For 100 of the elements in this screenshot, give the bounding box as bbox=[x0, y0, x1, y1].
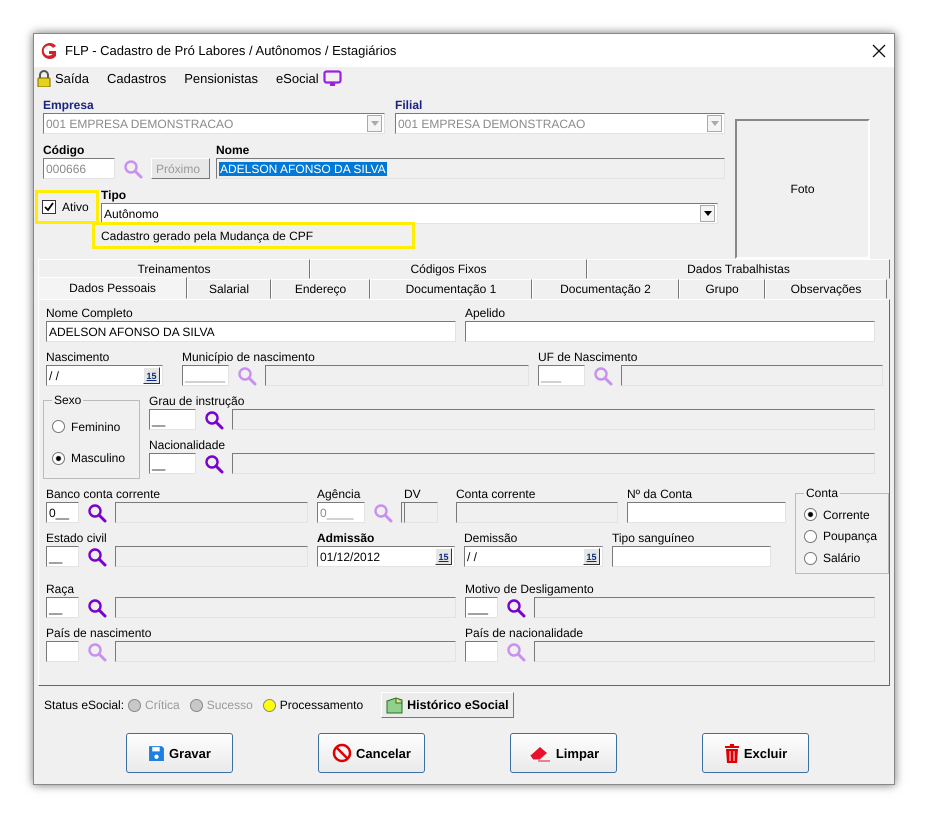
tab[interactable]: Grupo bbox=[679, 279, 765, 299]
radio-icon[interactable] bbox=[52, 452, 65, 465]
code-field[interactable]: __ bbox=[149, 409, 196, 430]
combo-box[interactable]: Autônomo bbox=[101, 203, 718, 224]
field-label: Nome bbox=[216, 142, 250, 158]
calendar-button[interactable]: 15 bbox=[435, 548, 452, 565]
name-field[interactable]: ADELSON AFONSO DA SILVA bbox=[216, 158, 725, 179]
text-field[interactable] bbox=[404, 502, 438, 523]
search-icon[interactable] bbox=[87, 502, 107, 522]
text-field[interactable] bbox=[456, 502, 618, 523]
search-icon[interactable] bbox=[87, 546, 107, 566]
status-text: Processamento bbox=[280, 698, 364, 712]
description-field[interactable] bbox=[534, 597, 875, 618]
floppy-icon bbox=[148, 744, 166, 762]
highlight-note: Cadastro gerado pela Mudança de CPF bbox=[92, 222, 415, 249]
calendar-button[interactable]: 15 bbox=[583, 548, 600, 565]
eraser-icon bbox=[528, 744, 552, 762]
menu-item[interactable]: Pensionistas bbox=[184, 70, 258, 86]
monitor-icon bbox=[322, 70, 342, 86]
status-label: Status eSocial: bbox=[44, 698, 124, 712]
radio-icon[interactable] bbox=[804, 552, 817, 565]
tab[interactable]: Treinamentos bbox=[38, 259, 310, 279]
code-field[interactable] bbox=[465, 641, 498, 662]
description-field[interactable] bbox=[265, 365, 529, 386]
radio-button[interactable]: Masculino bbox=[52, 451, 131, 466]
field-label: Empresa bbox=[43, 97, 95, 113]
field-label: Grau de instrução bbox=[149, 393, 246, 409]
description-field[interactable] bbox=[115, 597, 456, 618]
description-field[interactable] bbox=[621, 365, 883, 386]
radio-button[interactable]: Feminino bbox=[52, 420, 131, 434]
history-button[interactable]: Histórico eSocial bbox=[381, 692, 514, 718]
search-icon[interactable] bbox=[506, 598, 526, 618]
field-label: Filial bbox=[395, 97, 424, 113]
description-field[interactable] bbox=[115, 502, 308, 523]
radio-icon[interactable] bbox=[804, 530, 817, 543]
menu-item[interactable]: eSocial bbox=[276, 70, 319, 86]
status-text: Crítica bbox=[145, 698, 180, 712]
date-field[interactable]: / / 15 bbox=[46, 365, 163, 386]
description-field[interactable] bbox=[115, 546, 308, 567]
text-field[interactable]: ADELSON AFONSO DA SILVA bbox=[46, 321, 456, 342]
tab[interactable]: Dados Trabalhistas bbox=[587, 259, 890, 279]
field-label: UF de Nascimento bbox=[538, 349, 638, 365]
date-field[interactable]: 01/12/2012 15 bbox=[317, 546, 455, 567]
search-icon[interactable] bbox=[87, 598, 107, 618]
radio-icon[interactable] bbox=[52, 420, 65, 434]
code-field[interactable]: __ bbox=[46, 597, 79, 618]
field-label: Nascimento bbox=[46, 349, 110, 365]
photo-frame[interactable]: Foto bbox=[735, 119, 870, 259]
text-field[interactable] bbox=[612, 546, 771, 567]
name-value: ADELSON AFONSO DA SILVA bbox=[219, 162, 387, 176]
checkbox[interactable]: Ativo bbox=[42, 200, 89, 214]
tab[interactable]: Dados Pessoais bbox=[38, 277, 187, 299]
description-field[interactable] bbox=[232, 453, 875, 474]
radio-icon[interactable] bbox=[804, 508, 817, 522]
document-icon bbox=[386, 696, 404, 714]
code-field[interactable]: __ bbox=[149, 453, 196, 474]
field-label: Nº da Conta bbox=[627, 486, 694, 502]
search-icon[interactable] bbox=[204, 454, 224, 474]
action-button[interactable]: Limpar bbox=[510, 733, 617, 773]
action-button[interactable]: Excluir bbox=[702, 733, 809, 773]
group-title: Conta bbox=[805, 486, 840, 500]
field-label: Conta corrente bbox=[456, 486, 536, 502]
text-field[interactable] bbox=[627, 502, 786, 523]
menu-item[interactable]: Saída bbox=[55, 70, 89, 86]
field-label: Nacionalidade bbox=[149, 437, 226, 453]
action-button[interactable]: Cancelar bbox=[318, 733, 425, 773]
description-field[interactable] bbox=[232, 409, 875, 430]
code-field[interactable] bbox=[46, 641, 79, 662]
description-field[interactable] bbox=[534, 641, 875, 662]
field-label: Banco conta corrente bbox=[46, 486, 162, 502]
description-field[interactable] bbox=[115, 641, 456, 662]
code-field[interactable]: 0__ bbox=[46, 502, 79, 523]
close-icon[interactable] bbox=[872, 44, 886, 58]
tab[interactable]: Observações bbox=[765, 279, 887, 299]
field-label: Tipo sanguíneo bbox=[612, 530, 696, 546]
code-field[interactable]: __ bbox=[46, 546, 79, 567]
radio-button[interactable]: Poupança bbox=[804, 529, 880, 544]
tab[interactable]: Códigos Fixos bbox=[310, 259, 587, 279]
field-label: País de nacionalidade bbox=[465, 625, 584, 641]
search-icon[interactable] bbox=[204, 410, 224, 430]
app-logo-icon bbox=[39, 42, 59, 60]
tab[interactable]: Documentação 1 bbox=[370, 279, 532, 299]
text-field[interactable] bbox=[465, 321, 875, 342]
field-label: Raça bbox=[46, 581, 76, 597]
tab[interactable]: Salarial bbox=[187, 279, 271, 299]
calendar-button[interactable]: 15 bbox=[143, 367, 160, 384]
field-label: Apelido bbox=[465, 305, 506, 321]
action-button[interactable]: Gravar bbox=[126, 733, 233, 773]
radio-button[interactable]: Corrente bbox=[804, 508, 880, 522]
field-label: Município de nascimento bbox=[182, 349, 316, 365]
tab[interactable]: Documentação 2 bbox=[532, 279, 679, 299]
date-field[interactable]: / / 15 bbox=[464, 546, 603, 567]
menu-item[interactable]: Cadastros bbox=[106, 70, 166, 86]
status-text: Sucesso bbox=[206, 698, 253, 712]
code-field[interactable]: ___ bbox=[465, 597, 498, 618]
tab[interactable]: Endereço bbox=[271, 279, 370, 299]
radio-button[interactable]: Salário bbox=[804, 551, 880, 566]
field-label: DV bbox=[404, 486, 422, 502]
trash-icon bbox=[724, 744, 740, 762]
field-label: País de nascimento bbox=[46, 625, 152, 641]
